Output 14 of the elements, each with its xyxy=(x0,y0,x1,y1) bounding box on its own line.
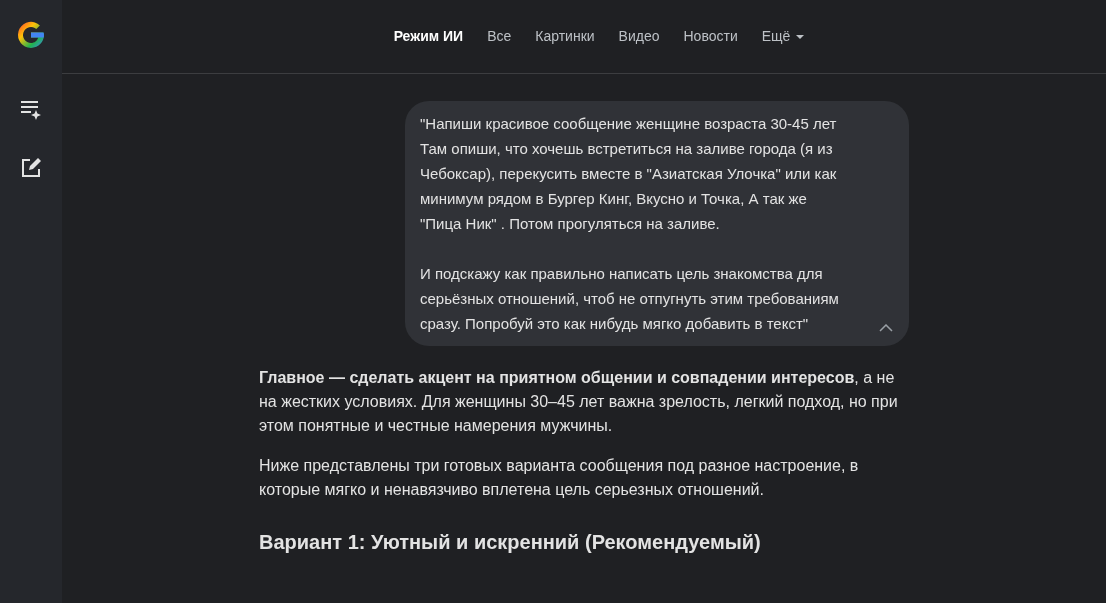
tab[interactable]: Режим ИИ xyxy=(393,26,464,47)
answer-paragraph: Главное — сделать акцент на приятном общении и совпадении интересов, а не на жестких условиях. Для женщины 30–45 лет важна зрелость, легкий подход, но при этом понятные и честные намерения мужчины. xyxy=(259,368,899,436)
section-heading: Вариант 1: Уютный и искренний (Рекомендуемый) xyxy=(259,530,762,555)
more-menu-button[interactable]: Ещё xyxy=(761,26,805,47)
tab[interactable]: Новости xyxy=(683,26,738,47)
tab[interactable]: Все xyxy=(487,26,512,47)
user-message: "Напиши красивое сообщение женщине возраста 30-45 лет Там опиши, что хочешь встретиться на заливе города (я из Чебоксар), перекусить вместе в "Азиатская Улочка" или как минимум рядом в Бургер Кинг, Вкусно и Точка, А так же "Пица Ник" . Потом прогуляться на заливе. И подскажу как правильно написать цель знакомства для серьёзных отношений, чтоб не отпугнуть этим требованиям сразу. Попробуй это как нибудь мягко добавить в текст" xyxy=(420,114,840,334)
edit-icon[interactable] xyxy=(21,158,41,178)
new-chat-list-icon[interactable] xyxy=(20,100,42,120)
answer-paragraph: Ниже представлены три готовых варианта сообщения под разное настроение, в которые мягко и ненавязчиво вплетена цель серьезных отношений. xyxy=(259,456,860,500)
tab[interactable]: Картинки xyxy=(535,26,595,47)
caret-icon xyxy=(796,34,805,39)
tab[interactable]: Видео xyxy=(618,26,660,47)
collapse-icon[interactable] xyxy=(879,324,893,332)
